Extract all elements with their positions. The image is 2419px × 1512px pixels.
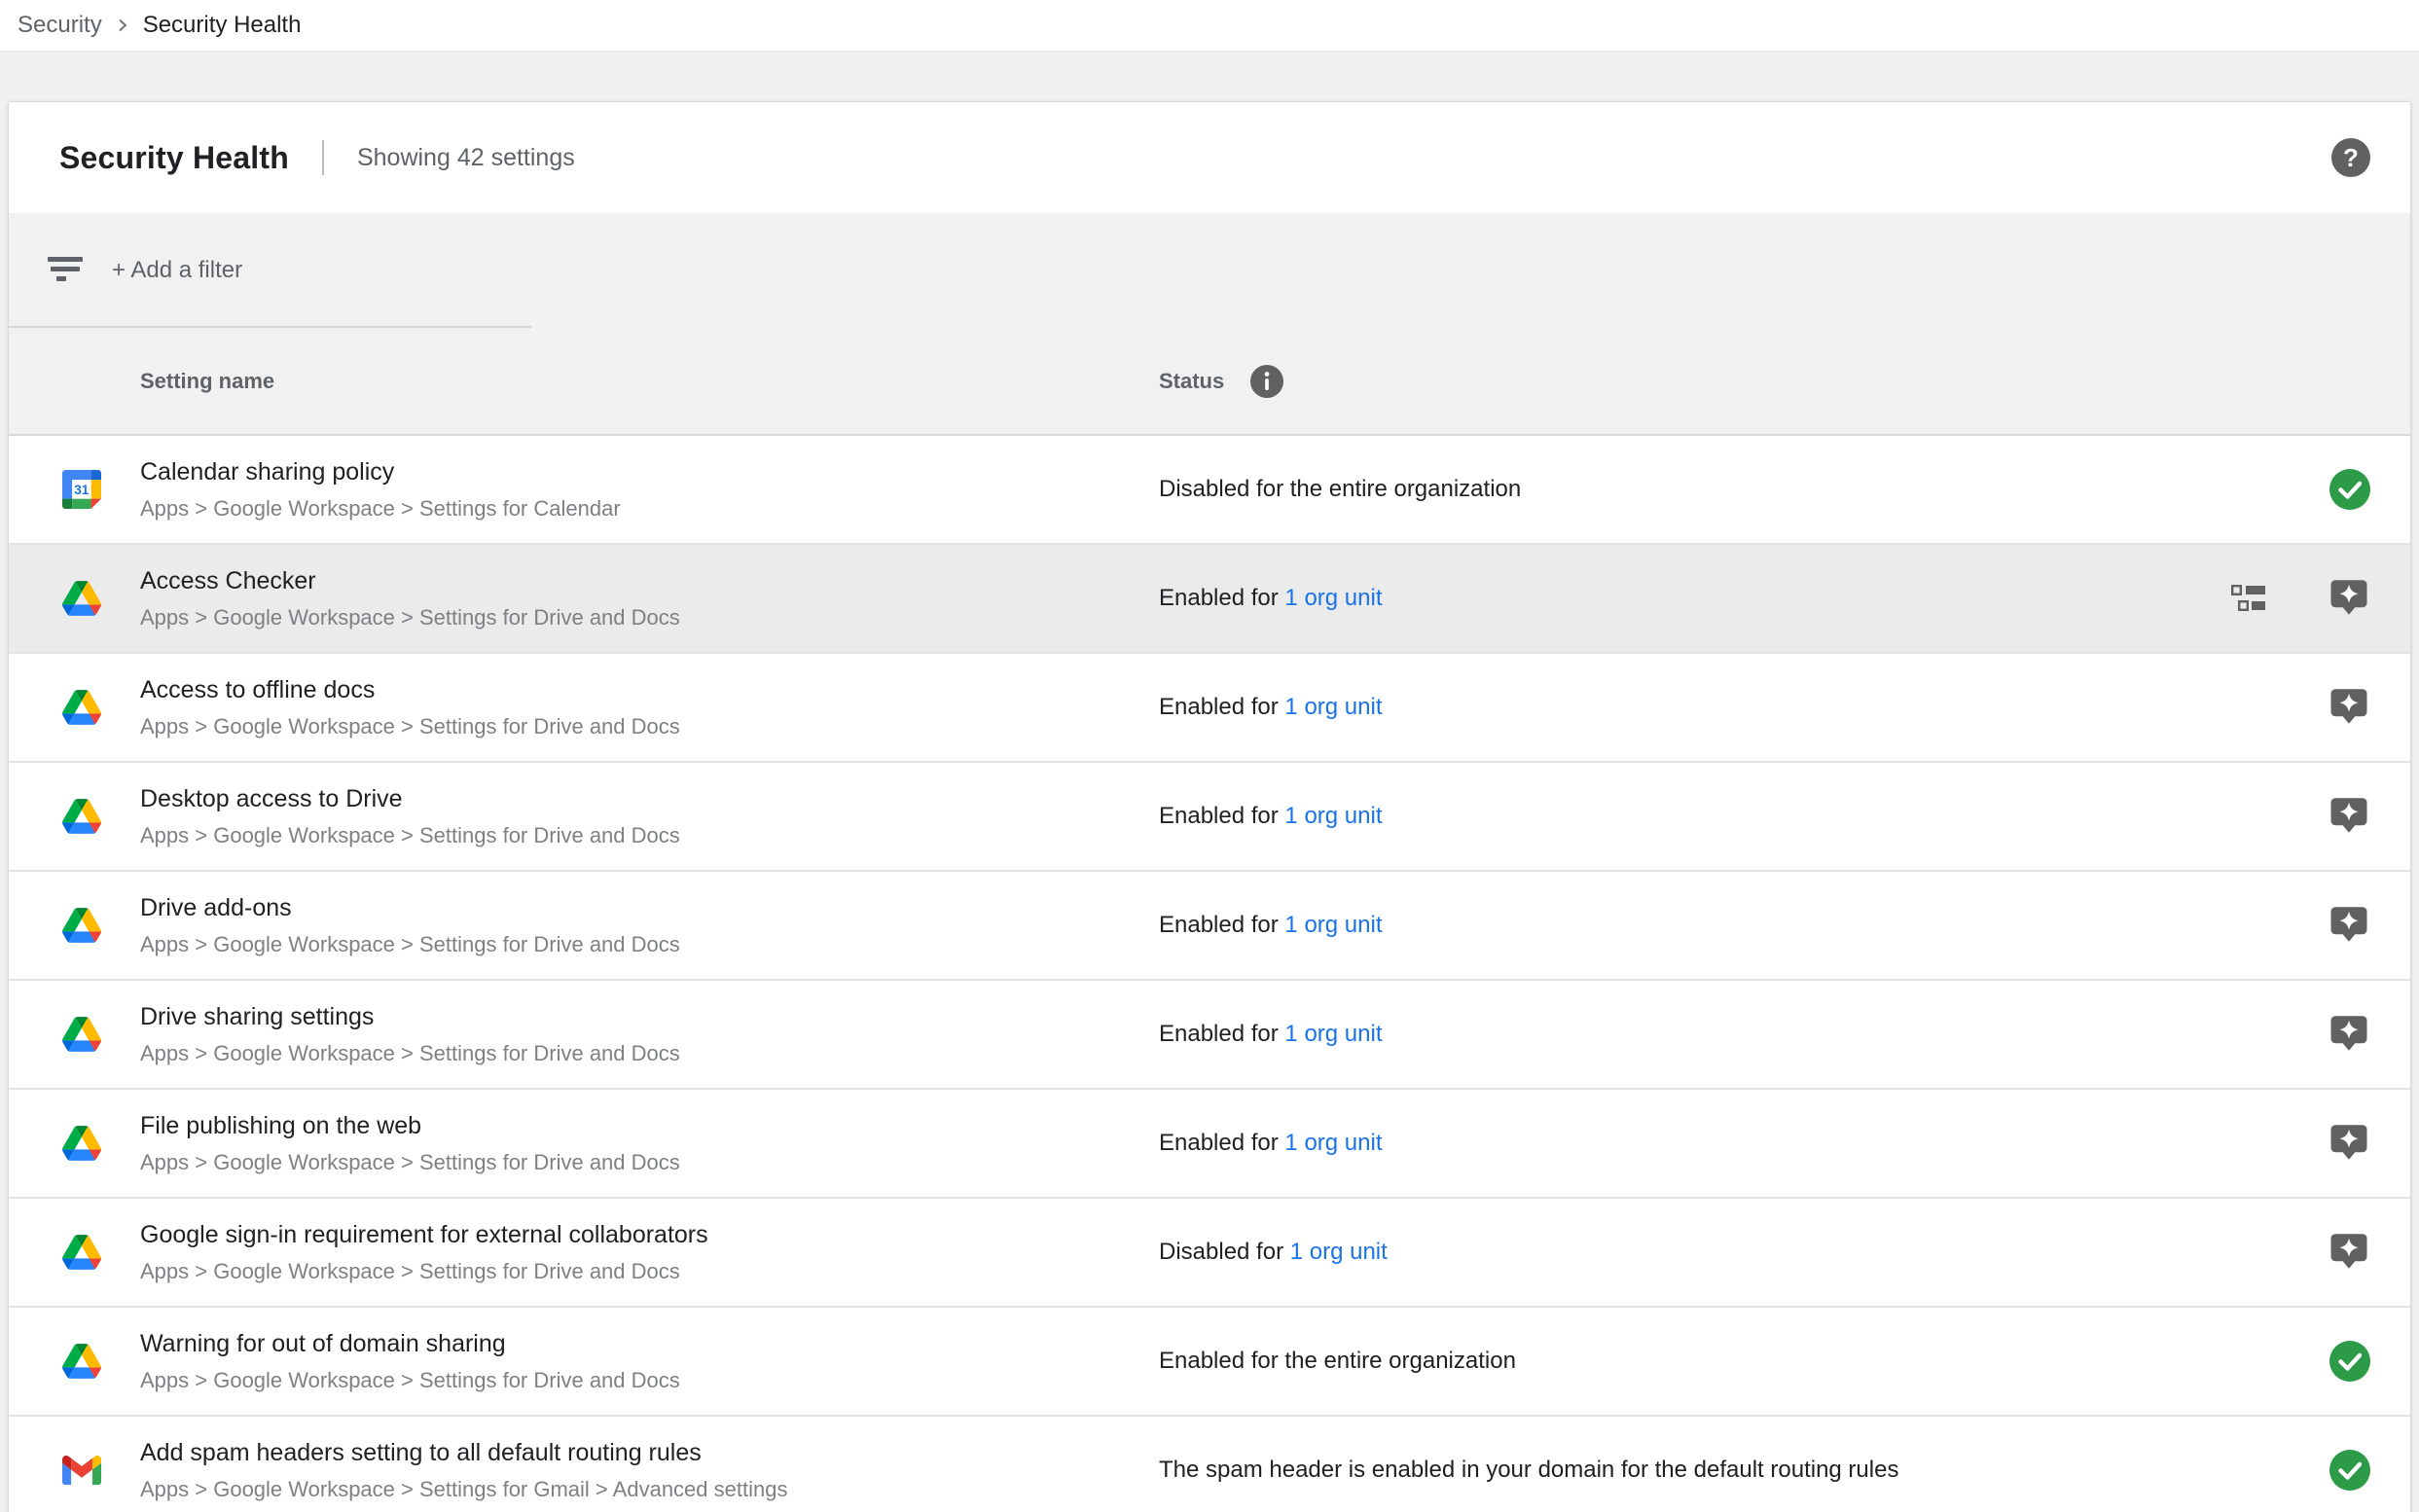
setting-name: Access to offline docs bbox=[140, 676, 680, 704]
breadcrumb-security-link[interactable]: Security bbox=[18, 12, 102, 39]
status-text: Enabled for 1 org unit bbox=[1159, 585, 1383, 612]
setting-path: Apps > Google Workspace > Settings for D… bbox=[140, 1150, 680, 1174]
status-ok-icon bbox=[2329, 1449, 2371, 1492]
status-text: Disabled for the entire organization bbox=[1159, 476, 1521, 503]
setting-text: Access to offline docs Apps > Google Wor… bbox=[140, 676, 680, 738]
setting-name: Drive add-ons bbox=[140, 894, 680, 922]
setting-path: Apps > Google Workspace > Settings for D… bbox=[140, 823, 680, 847]
table-header: Setting name Status bbox=[9, 328, 2410, 436]
settings-table-body: 31 Calendar sharing policy Apps > Google… bbox=[9, 436, 2410, 1512]
status-text: Enabled for 1 org unit bbox=[1159, 1130, 1383, 1157]
setting-path: Apps > Google Workspace > Settings for D… bbox=[140, 605, 680, 630]
setting-text: Drive add-ons Apps > Google Workspace > … bbox=[140, 894, 680, 956]
column-status-label: Status bbox=[1159, 369, 1224, 394]
drive-icon bbox=[62, 1342, 101, 1381]
gmail-icon bbox=[62, 1451, 101, 1490]
status-text: Enabled for 1 org unit bbox=[1159, 803, 1383, 830]
setting-path: Apps > Google Workspace > Settings for C… bbox=[140, 496, 621, 521]
recommendation-icon[interactable] bbox=[2329, 1015, 2368, 1052]
setting-text: Access Checker Apps > Google Workspace >… bbox=[140, 567, 680, 630]
page-title: Security Health bbox=[59, 140, 289, 176]
drive-icon bbox=[62, 1233, 101, 1272]
table-row[interactable]: Google sign-in requirement for external … bbox=[9, 1199, 2410, 1308]
org-unit-link[interactable]: 1 org unit bbox=[1284, 1021, 1382, 1047]
filter-icon[interactable] bbox=[48, 257, 85, 284]
setting-name: File publishing on the web bbox=[140, 1112, 680, 1140]
setting-name: Warning for out of domain sharing bbox=[140, 1330, 680, 1358]
org-unit-link[interactable]: 1 org unit bbox=[1284, 912, 1382, 938]
status-text: Enabled for 1 org unit bbox=[1159, 1021, 1383, 1048]
settings-count: Showing 42 settings bbox=[357, 144, 575, 172]
recommendation-icon[interactable] bbox=[2329, 797, 2368, 834]
drive-icon bbox=[62, 1015, 101, 1054]
table-row[interactable]: Access Checker Apps > Google Workspace >… bbox=[9, 545, 2410, 654]
svg-text:?: ? bbox=[2343, 143, 2359, 172]
setting-name: Calendar sharing policy bbox=[140, 458, 621, 486]
calendar-icon: 31 bbox=[62, 470, 101, 509]
setting-name: Access Checker bbox=[140, 567, 680, 595]
add-filter-button[interactable]: + Add a filter bbox=[112, 257, 242, 284]
org-unit-link[interactable]: 1 org unit bbox=[1284, 585, 1382, 611]
org-unit-link[interactable]: 1 org unit bbox=[1284, 1130, 1382, 1156]
drive-icon bbox=[62, 797, 101, 836]
table-row[interactable]: Add spam headers setting to all default … bbox=[9, 1417, 2410, 1512]
recommendation-icon[interactable] bbox=[2329, 1233, 2368, 1270]
status-text: Disabled for 1 org unit bbox=[1159, 1239, 1388, 1266]
filter-bar: + Add a filter bbox=[9, 213, 2410, 328]
card-header: Security Health Showing 42 settings ? bbox=[9, 102, 2410, 213]
setting-path: Apps > Google Workspace > Settings for D… bbox=[140, 714, 680, 738]
setting-path: Apps > Google Workspace > Settings for D… bbox=[140, 1368, 680, 1392]
setting-text: Calendar sharing policy Apps > Google Wo… bbox=[140, 458, 621, 521]
setting-text: Drive sharing settings Apps > Google Wor… bbox=[140, 1003, 680, 1065]
table-row[interactable]: Warning for out of domain sharing Apps >… bbox=[9, 1308, 2410, 1417]
breadcrumb: Security Security Health bbox=[0, 0, 2419, 51]
status-ok-icon bbox=[2329, 1340, 2371, 1383]
status-text: The spam header is enabled in your domai… bbox=[1159, 1457, 1898, 1484]
table-row[interactable]: Access to offline docs Apps > Google Wor… bbox=[9, 654, 2410, 763]
setting-name: Desktop access to Drive bbox=[140, 785, 680, 813]
drive-icon bbox=[62, 906, 101, 945]
table-row[interactable]: 31 Calendar sharing policy Apps > Google… bbox=[9, 436, 2410, 545]
drive-icon bbox=[62, 1124, 101, 1163]
org-unit-link[interactable]: 1 org unit bbox=[1284, 694, 1382, 720]
setting-name: Add spam headers setting to all default … bbox=[140, 1439, 787, 1467]
help-icon[interactable]: ? bbox=[2330, 137, 2371, 178]
table-row[interactable]: Desktop access to Drive Apps > Google Wo… bbox=[9, 763, 2410, 872]
recommendation-icon[interactable] bbox=[2329, 688, 2368, 725]
security-health-card: Security Health Showing 42 settings ? + … bbox=[8, 101, 2411, 1512]
setting-path: Apps > Google Workspace > Settings for D… bbox=[140, 1041, 680, 1065]
setting-name: Google sign-in requirement for external … bbox=[140, 1221, 708, 1249]
setting-path: Apps > Google Workspace > Settings for D… bbox=[140, 932, 680, 956]
recommendation-icon[interactable] bbox=[2329, 906, 2368, 943]
info-icon[interactable] bbox=[1249, 364, 1284, 399]
setting-path: Apps > Google Workspace > Settings for G… bbox=[140, 1477, 787, 1501]
drive-icon bbox=[62, 579, 101, 618]
table-row[interactable]: Drive add-ons Apps > Google Workspace > … bbox=[9, 872, 2410, 981]
setting-text: Google sign-in requirement for external … bbox=[140, 1221, 708, 1283]
setting-text: Desktop access to Drive Apps > Google Wo… bbox=[140, 785, 680, 847]
setting-text: Warning for out of domain sharing Apps >… bbox=[140, 1330, 680, 1392]
org-unit-link[interactable]: 1 org unit bbox=[1290, 1239, 1388, 1265]
setting-text: Add spam headers setting to all default … bbox=[140, 1439, 787, 1501]
breadcrumb-current-page: Security Health bbox=[143, 12, 302, 39]
status-text: Enabled for the entire organization bbox=[1159, 1348, 1516, 1375]
setting-name: Drive sharing settings bbox=[140, 1003, 680, 1031]
table-row[interactable]: Drive sharing settings Apps > Google Wor… bbox=[9, 981, 2410, 1090]
status-ok-icon bbox=[2329, 468, 2371, 511]
org-units-icon bbox=[2231, 585, 2266, 612]
recommendation-icon[interactable] bbox=[2329, 1124, 2368, 1161]
column-setting-name: Setting name bbox=[140, 369, 274, 394]
title-divider bbox=[322, 140, 324, 175]
setting-path: Apps > Google Workspace > Settings for D… bbox=[140, 1259, 708, 1283]
org-unit-link[interactable]: 1 org unit bbox=[1284, 803, 1382, 829]
table-row[interactable]: File publishing on the web Apps > Google… bbox=[9, 1090, 2410, 1199]
drive-icon bbox=[62, 688, 101, 727]
setting-text: File publishing on the web Apps > Google… bbox=[140, 1112, 680, 1174]
svg-text:31: 31 bbox=[74, 483, 90, 497]
chevron-right-icon bbox=[114, 17, 131, 34]
column-status: Status bbox=[1159, 364, 1284, 399]
status-text: Enabled for 1 org unit bbox=[1159, 912, 1383, 939]
status-text: Enabled for 1 org unit bbox=[1159, 694, 1383, 721]
recommendation-icon[interactable] bbox=[2329, 579, 2368, 616]
